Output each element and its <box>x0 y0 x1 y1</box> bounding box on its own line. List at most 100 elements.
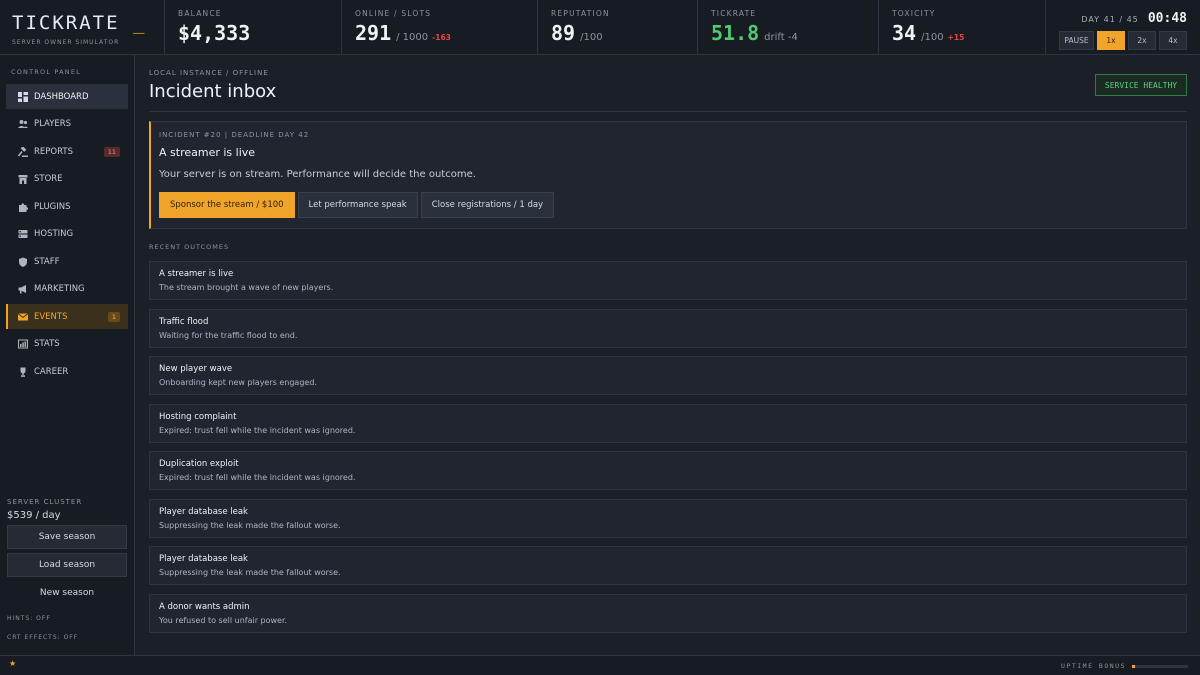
outcome-text: Expired: trust fell while the incident w… <box>159 425 356 435</box>
outcome-title: A streamer is live <box>159 269 234 279</box>
brand: TICKRATE _ SERVER OWNER SIMULATOR <box>0 0 165 54</box>
game-clock: DAY 41 / 45 00:48 PAUSE 1x 2x 4x <box>1046 0 1200 54</box>
online-delta: -163 <box>432 33 451 42</box>
incident-description: Your server is on stream. Performance wi… <box>159 169 476 180</box>
puzzle-icon <box>18 202 29 212</box>
new-season-button[interactable]: New season <box>7 581 127 605</box>
sidebar-item-store[interactable]: STORE <box>6 167 128 192</box>
sidebar-item-players[interactable]: PLAYERS <box>6 112 128 137</box>
outcome-text: Suppressing the leak made the fallout wo… <box>159 568 341 577</box>
outcome-text: Waiting for the traffic flood to end. <box>159 330 298 340</box>
toxicity-delta: +15 <box>947 33 965 42</box>
incident-meta: INCIDENT #20 | DEADLINE DAY 42 <box>159 131 310 139</box>
balance-value: $4,333 <box>178 21 251 45</box>
top-bar: TICKRATE _ SERVER OWNER SIMULATOR BALANC… <box>0 0 1200 55</box>
pause-button[interactable]: PAUSE <box>1059 31 1094 50</box>
sidebar-item-marketing[interactable]: MARKETING <box>6 277 128 302</box>
reputation-value: 89 <box>551 21 576 45</box>
incident-title: A streamer is live <box>159 146 256 159</box>
list-item: New player wave Onboarding kept new playe… <box>149 356 1187 395</box>
reports-count-badge: 11 <box>103 146 120 157</box>
mail-icon <box>17 312 29 322</box>
list-item: Duplication exploit Expired: trust fell w… <box>149 451 1187 490</box>
recent-outcomes-list: A streamer is live The stream brought a w… <box>149 261 1187 641</box>
tickrate-value: 51.8 <box>711 21 760 45</box>
sidebar-nav: DASHBOARD PLAYERS REPORTS 11 STORE PLUGI… <box>0 84 134 384</box>
star-icon: ★ <box>9 659 17 668</box>
uptime-progress-bar <box>1132 664 1188 668</box>
speed-4x-button[interactable]: 4x <box>1159 31 1187 50</box>
uptime-progress-fill <box>1132 664 1135 668</box>
outcome-title: Hosting complaint <box>159 411 237 422</box>
crt-effects-toggle[interactable]: CRT EFFECTS: OFF <box>7 634 78 641</box>
cluster-cost: $539 / day <box>7 510 61 521</box>
status-footer: ★ UPTIME BONUS <box>0 655 1200 675</box>
uptime-label: UPTIME BONUS <box>1061 662 1126 670</box>
page-title: Incident inbox <box>149 81 277 102</box>
megaphone-icon <box>18 284 28 294</box>
outcome-title: Player database leak <box>159 554 248 564</box>
outcome-text: You refused to sell unfair power. <box>159 615 288 625</box>
incident-choices: Sponsor the stream / $100 Let performanc… <box>159 192 1186 218</box>
list-item: A streamer is live The stream brought a w… <box>149 261 1187 300</box>
tickrate-stat: TICKRATE 51.8 drift -4 <box>698 0 879 54</box>
list-item: A donor wants admin You refused to sell u… <box>149 593 1187 633</box>
app-logo: TICKRATE _ <box>12 12 147 34</box>
hints-toggle[interactable]: HINTS: OFF <box>7 615 51 622</box>
save-season-button[interactable]: Save season <box>7 525 127 549</box>
sidebar-item-hosting[interactable]: HOSTING <box>6 222 128 247</box>
uptime-bonus: UPTIME BONUS <box>1061 662 1188 670</box>
grid-icon <box>18 91 28 102</box>
gavel-icon <box>17 145 28 157</box>
speed-2x-button[interactable]: 2x <box>1128 31 1156 50</box>
recent-outcomes-label: RECENT OUTCOMES <box>149 243 230 251</box>
store-icon <box>18 174 28 184</box>
server-cluster: SERVER CLUSTER $539 / day Save season Lo… <box>7 498 127 605</box>
shield-icon <box>18 257 28 267</box>
sidebar-item-plugins[interactable]: PLUGINS <box>6 194 128 219</box>
reputation-stat: REPUTATION 89 /100 <box>538 0 698 54</box>
sidebar-item-career[interactable]: CAREER <box>6 359 128 384</box>
header-divider <box>149 111 1187 112</box>
outcome-title: Traffic flood <box>159 316 209 327</box>
let-performance-speak-button[interactable]: Let performance speak <box>297 192 418 218</box>
server-icon <box>18 229 28 239</box>
sidebar-item-events[interactable]: EVENTS 1 <box>6 304 128 329</box>
outcome-title: A donor wants admin <box>159 601 250 612</box>
outcome-title: New player wave <box>159 364 233 374</box>
sidebar-item-reports[interactable]: REPORTS 11 <box>6 139 128 164</box>
sidebar-item-staff[interactable]: STAFF <box>6 249 128 274</box>
list-item: Player database leak Suppressing the leak… <box>149 498 1187 538</box>
sidebar-item-dashboard[interactable]: DASHBOARD <box>6 84 128 109</box>
list-item: Traffic flood Waiting for the traffic flo… <box>149 308 1187 348</box>
cluster-title: SERVER CLUSTER <box>7 498 83 506</box>
outcome-text: The stream brought a wave of new players… <box>159 283 334 292</box>
status-badge: SERVICE HEALTHY <box>1095 74 1187 96</box>
sidebar-title: CONTROL PANEL <box>11 68 81 76</box>
outcome-title: Player database leak <box>159 506 248 517</box>
tickrate-drift: drift -4 <box>764 32 798 43</box>
sidebar-item-stats[interactable]: STATS <box>6 332 128 357</box>
online-value: 291 <box>355 21 392 45</box>
speed-1x-button[interactable]: 1x <box>1097 31 1125 50</box>
sponsor-stream-button[interactable]: Sponsor the stream / $100 <box>159 192 295 218</box>
list-item: Hosting complaint Expired: trust fell whi… <box>149 403 1187 443</box>
toxicity-stat: TOXICITY 34 /100 +15 <box>879 0 1046 54</box>
users-icon <box>18 119 28 129</box>
breadcrumb: LOCAL INSTANCE / OFFLINE <box>149 69 269 77</box>
load-season-button[interactable]: Load season <box>7 553 127 577</box>
clock-time: 00:48 <box>1147 11 1187 26</box>
main-content: LOCAL INSTANCE / OFFLINE Incident inbox … <box>136 55 1200 655</box>
toxicity-value: 34 <box>892 21 917 45</box>
app-subtitle: SERVER OWNER SIMULATOR <box>12 39 120 46</box>
slots-value: / 1000 <box>396 32 429 43</box>
speed-controls: PAUSE 1x 2x 4x <box>1059 31 1200 50</box>
close-registrations-button[interactable]: Close registrations / 1 day <box>420 192 555 218</box>
outcome-text: Suppressing the leak made the fallout wo… <box>159 520 341 530</box>
day-counter: DAY 41 / 45 <box>1081 15 1139 24</box>
chart-icon <box>18 339 28 349</box>
events-count-badge: 1 <box>107 311 120 322</box>
balance-stat: BALANCE $4,333 <box>165 0 342 54</box>
outcome-title: Duplication exploit <box>159 459 239 469</box>
list-item: Player database leak Suppressing the leak… <box>149 546 1187 585</box>
